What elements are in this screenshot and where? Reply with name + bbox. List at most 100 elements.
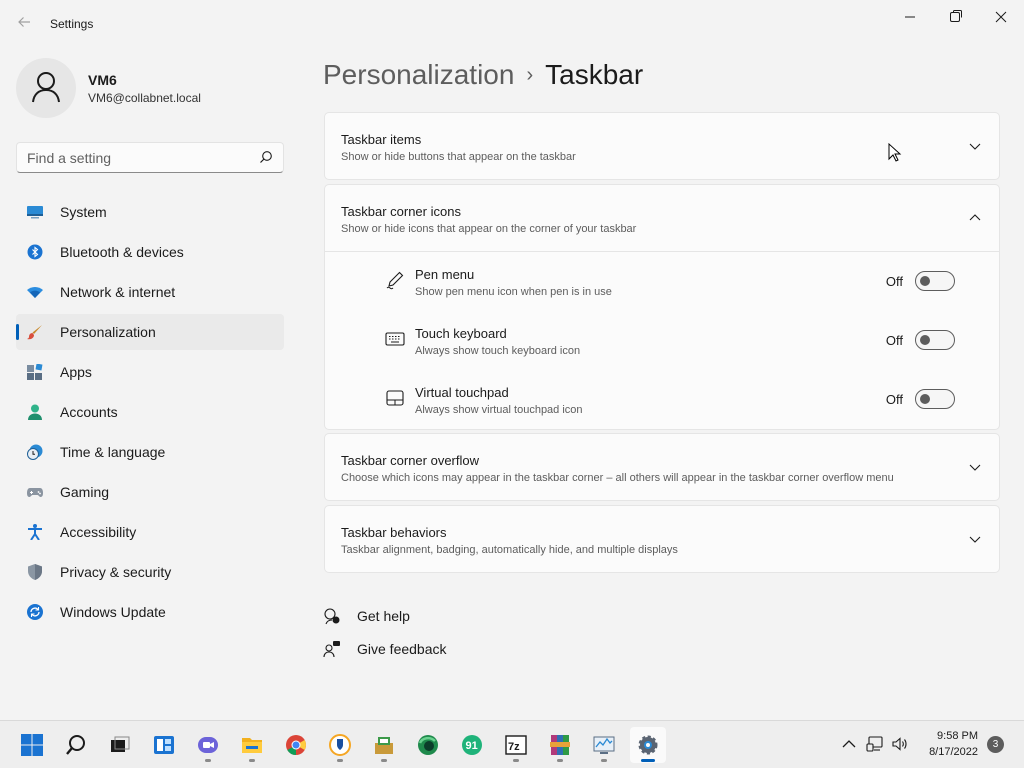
sidebar-item-label: Bluetooth & devices bbox=[60, 244, 184, 260]
taskbar-search-button[interactable] bbox=[58, 727, 94, 763]
setting-description: Always show touch keyboard icon bbox=[415, 345, 581, 357]
running-indicator bbox=[249, 759, 255, 762]
back-button[interactable] bbox=[14, 14, 34, 34]
file-explorer-icon bbox=[242, 738, 262, 753]
start-icon bbox=[21, 734, 43, 756]
sidebar-item-accounts[interactable]: Accounts bbox=[16, 394, 284, 430]
sidebar-item-windows-update[interactable]: Windows Update bbox=[16, 594, 284, 630]
accounts-icon bbox=[28, 404, 42, 420]
maximize-button[interactable] bbox=[944, 8, 966, 26]
taskbar: 91 7z 9:58 PM 8/17/2022 3 bbox=[0, 720, 1024, 768]
bitwarden-button[interactable] bbox=[322, 727, 358, 763]
sidebar-item-label: Time & language bbox=[60, 444, 166, 460]
setting-description: Show pen menu icon when pen is in use bbox=[415, 286, 612, 298]
feedback-icon bbox=[323, 641, 340, 658]
user-name: VM6 bbox=[88, 72, 117, 88]
sidebar-item-bluetooth[interactable]: Bluetooth & devices bbox=[16, 234, 284, 270]
search-box[interactable] bbox=[16, 142, 284, 173]
setting-row-pen-menu: Pen menu Show pen menu icon when pen is … bbox=[325, 252, 999, 311]
sidebar-item-network[interactable]: Network & internet bbox=[16, 274, 284, 310]
app-button[interactable]: 91 bbox=[454, 727, 490, 763]
breadcrumb-parent[interactable]: Personalization bbox=[323, 59, 514, 90]
sidebar-item-label: Personalization bbox=[60, 324, 156, 340]
touch-keyboard-toggle[interactable] bbox=[915, 330, 955, 350]
sidebar-item-apps[interactable]: Apps bbox=[16, 354, 284, 390]
get-help-link[interactable]: Get help bbox=[323, 605, 410, 627]
settings-icon bbox=[638, 735, 658, 755]
clock-time[interactable]: 9:58 PM bbox=[920, 730, 978, 742]
volume-icon[interactable] bbox=[891, 735, 909, 753]
7zip-icon: 7z bbox=[505, 735, 527, 755]
avatar[interactable] bbox=[16, 58, 76, 118]
section-header[interactable]: Taskbar corner icons Show or hide icons … bbox=[325, 185, 999, 251]
section-body: Pen menu Show pen menu icon when pen is … bbox=[325, 251, 999, 429]
chevron-down-icon[interactable] bbox=[969, 462, 981, 472]
section-title: Taskbar behaviors bbox=[341, 525, 447, 540]
brush-icon bbox=[27, 325, 42, 340]
section-header[interactable]: Taskbar behaviors Taskbar alignment, bad… bbox=[325, 506, 999, 572]
chrome-icon bbox=[286, 735, 307, 756]
running-indicator bbox=[513, 759, 519, 762]
teams-chat-button[interactable] bbox=[190, 727, 226, 763]
help-icon bbox=[324, 608, 340, 625]
close-button[interactable] bbox=[990, 8, 1012, 26]
edge-dev-button[interactable] bbox=[410, 727, 446, 763]
pen-menu-toggle[interactable] bbox=[915, 271, 955, 291]
sidebar-item-accessibility[interactable]: Accessibility bbox=[16, 514, 284, 550]
search-icon bbox=[66, 735, 85, 755]
winrar-button[interactable] bbox=[542, 727, 578, 763]
svg-text:91: 91 bbox=[466, 740, 478, 752]
svg-text:7z: 7z bbox=[508, 741, 520, 753]
section-taskbar-corner-icons: Taskbar corner icons Show or hide icons … bbox=[324, 184, 1000, 430]
sidebar-nav: System Bluetooth & devices Network & int… bbox=[16, 194, 284, 634]
chevron-down-icon[interactable] bbox=[969, 141, 981, 151]
shield-icon bbox=[28, 564, 42, 580]
sidebar-item-gaming[interactable]: Gaming bbox=[16, 474, 284, 510]
page-title: Taskbar bbox=[545, 59, 644, 90]
sidebar-item-personalization[interactable]: Personalization bbox=[16, 314, 284, 350]
chrome-button[interactable] bbox=[278, 727, 314, 763]
installer-button[interactable] bbox=[366, 727, 402, 763]
sidebar-item-time-language[interactable]: Time & language bbox=[16, 434, 284, 470]
sidebar-item-label: Apps bbox=[60, 364, 92, 380]
clock-icon bbox=[27, 444, 43, 460]
title-bar: Settings bbox=[0, 0, 1024, 48]
notification-badge[interactable]: 3 bbox=[987, 736, 1004, 753]
chevron-up-icon[interactable] bbox=[840, 735, 858, 753]
search-icon[interactable] bbox=[259, 150, 273, 164]
widgets-button[interactable] bbox=[146, 727, 182, 763]
give-feedback-link[interactable]: Give feedback bbox=[323, 638, 447, 660]
running-indicator bbox=[601, 759, 607, 762]
bluetooth-icon bbox=[27, 244, 43, 260]
performance-monitor-button[interactable] bbox=[586, 727, 622, 763]
pen-icon bbox=[386, 271, 404, 290]
minimize-icon bbox=[905, 16, 915, 18]
winrar-icon bbox=[550, 735, 570, 755]
keyboard-icon bbox=[385, 332, 405, 346]
gamepad-icon bbox=[27, 488, 43, 497]
setting-title: Touch keyboard bbox=[415, 326, 507, 341]
sidebar-item-system[interactable]: System bbox=[16, 194, 284, 230]
search-input[interactable] bbox=[27, 143, 247, 172]
setting-row-touch-keyboard: Touch keyboard Always show touch keyboar… bbox=[325, 311, 999, 370]
virtual-touchpad-toggle[interactable] bbox=[915, 389, 955, 409]
section-header[interactable]: Taskbar corner overflow Choose which ico… bbox=[325, 434, 999, 500]
chevron-up-icon[interactable] bbox=[969, 213, 981, 223]
chevron-down-icon[interactable] bbox=[969, 534, 981, 544]
breadcrumb-separator: › bbox=[526, 64, 534, 86]
7zip-button[interactable]: 7z bbox=[498, 727, 534, 763]
file-explorer-button[interactable] bbox=[234, 727, 270, 763]
settings-button[interactable] bbox=[630, 727, 666, 763]
section-description: Taskbar alignment, badging, automaticall… bbox=[341, 544, 678, 556]
network-icon[interactable] bbox=[866, 735, 884, 753]
arrow-left-icon bbox=[18, 17, 30, 27]
clock-date[interactable]: 8/17/2022 bbox=[920, 746, 978, 758]
sidebar-item-privacy-security[interactable]: Privacy & security bbox=[16, 554, 284, 590]
minimize-button[interactable] bbox=[899, 8, 921, 26]
toggle-knob bbox=[920, 276, 930, 286]
task-view-button[interactable] bbox=[102, 727, 138, 763]
running-indicator bbox=[641, 759, 655, 762]
start-button[interactable] bbox=[14, 727, 50, 763]
close-icon bbox=[995, 11, 1007, 23]
sidebar-item-label: Windows Update bbox=[60, 604, 166, 620]
